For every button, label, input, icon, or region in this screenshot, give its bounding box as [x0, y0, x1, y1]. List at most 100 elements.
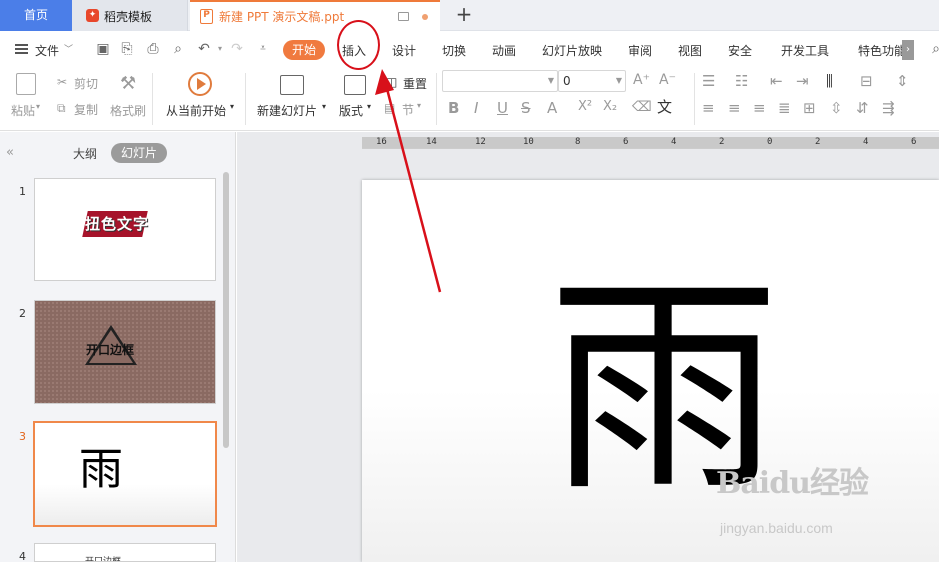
format-painter-icon[interactable]: ⚒ — [120, 73, 136, 94]
phonetic-guide-icon[interactable]: 文 — [657, 96, 672, 117]
customize-dropdown-icon[interactable]: ⩡ — [255, 41, 271, 57]
slide-thumbnail-3[interactable]: 雨 — [33, 421, 217, 527]
redo-icon[interactable]: ↷ — [229, 41, 245, 57]
reset-label[interactable]: 重置 — [403, 75, 427, 92]
paste-label[interactable]: 粘贴 — [11, 102, 35, 119]
align-left-icon[interactable]: ≡ — [702, 99, 715, 117]
tab-home[interactable]: 首页 — [0, 0, 72, 31]
from-current-label[interactable]: 从当前开始 — [166, 102, 226, 119]
align-right-icon[interactable]: ≡ — [753, 99, 766, 117]
slides-scrollbar[interactable] — [223, 172, 229, 448]
strikethrough-icon[interactable]: S — [521, 99, 531, 117]
numbered-list-icon[interactable]: ☷ — [735, 72, 748, 90]
subscript-icon[interactable]: X₂ — [603, 99, 617, 114]
unsaved-dot-icon — [422, 14, 428, 20]
cut-icon[interactable]: ✂ — [57, 75, 67, 89]
ruler-tick-label: 4 — [863, 137, 869, 147]
decrease-indent-icon[interactable]: ⇤ — [770, 72, 783, 90]
ruler-tick-label: 2 — [815, 137, 821, 147]
ribbon-divider — [694, 73, 695, 125]
superscript-icon[interactable]: X² — [578, 99, 592, 114]
menu-developer[interactable]: 开发工具 — [781, 42, 829, 59]
new-slide-icon[interactable] — [280, 75, 304, 95]
menu-slideshow[interactable]: 幻灯片放映 — [542, 42, 602, 59]
tab-template-label: 稻壳模板 — [104, 10, 153, 24]
slide-main-char: 雨 — [79, 444, 123, 495]
paragraph-spacing-icon[interactable]: ⇳ — [830, 99, 843, 117]
layout-dropdown-icon[interactable]: ▾ — [367, 102, 371, 111]
print-icon[interactable]: ⎙ — [145, 41, 161, 57]
new-slide-label[interactable]: 新建幻灯片 — [257, 102, 317, 119]
ribbon-divider — [152, 73, 153, 125]
reset-icon[interactable]: ◫ — [386, 75, 397, 89]
print-preview-icon[interactable]: ⌕ — [170, 41, 186, 57]
font-size-select[interactable]: 0 ▼ — [558, 70, 626, 92]
layout-icon[interactable] — [344, 75, 366, 95]
section-label[interactable]: 节 — [402, 101, 414, 118]
menu-file[interactable]: 文件 — [35, 42, 59, 59]
columns-icon[interactable]: ⫼ — [826, 72, 833, 90]
menu-view[interactable]: 视图 — [678, 42, 702, 59]
justify-icon[interactable]: ≣ — [778, 99, 791, 117]
distribute-icon[interactable]: ⊞ — [803, 99, 816, 117]
menu-more-arrow[interactable]: › — [902, 40, 914, 60]
indent-icon[interactable]: ⇶ — [882, 99, 895, 117]
menu-animation[interactable]: 动画 — [492, 42, 516, 59]
export-icon[interactable]: ⎘ — [119, 41, 135, 57]
paste-dropdown-icon[interactable]: ▾ — [36, 102, 40, 111]
layout-label[interactable]: 版式 — [339, 102, 363, 119]
paste-icon[interactable] — [16, 73, 36, 95]
increase-indent-icon[interactable]: ⇥ — [796, 72, 809, 90]
hamburger-icon[interactable] — [15, 44, 28, 54]
horizontal-ruler: 16 14 12 10 8 6 4 2 0 2 4 6 — [362, 137, 939, 149]
copy-label[interactable]: 复制 — [74, 101, 98, 118]
collapse-panel-icon[interactable]: « — [6, 145, 14, 160]
new-tab-button[interactable]: + — [452, 3, 476, 27]
italic-icon[interactable]: I — [474, 99, 478, 117]
tab-template[interactable]: ✦ 稻壳模板 — [72, 0, 188, 31]
outline-tab[interactable]: 大纲 — [73, 145, 97, 162]
section-dropdown-icon[interactable]: ▾ — [417, 101, 421, 110]
font-color-icon[interactable]: A — [547, 99, 557, 117]
monitor-icon[interactable] — [398, 12, 409, 21]
tab-document[interactable]: P 新建 PPT 演示文稿.ppt — [190, 0, 440, 31]
align-center-icon[interactable]: ≡ — [728, 99, 741, 117]
undo-dropdown-icon[interactable]: ▾ — [212, 41, 228, 57]
slide-thumbnail-4[interactable]: 开口边框 — [34, 543, 216, 562]
ruler-tick-label: 8 — [575, 137, 581, 147]
play-from-current-icon[interactable] — [188, 72, 212, 96]
format-painter-label[interactable]: 格式刷 — [110, 102, 146, 119]
slide-thumbnail-1[interactable]: 扭色文字 — [34, 178, 216, 281]
clear-format-icon[interactable]: ⌫ — [632, 99, 652, 115]
search-icon[interactable]: ⌕ — [928, 41, 939, 57]
menu-review[interactable]: 审阅 — [628, 42, 652, 59]
menu-start[interactable]: 开始 — [283, 40, 325, 60]
section-icon[interactable]: ▤ — [384, 101, 395, 115]
line-spacing-icon[interactable]: ⇕ — [896, 72, 909, 90]
watermark-brand: Baidu经验 — [716, 466, 869, 501]
bold-icon[interactable]: B — [448, 99, 459, 117]
slides-tab[interactable]: 幻灯片 — [111, 143, 167, 163]
slide-title-text: 扭色文字 — [85, 215, 150, 233]
tab-bar: 首页 ✦ 稻壳模板 P 新建 PPT 演示文稿.ppt + — [0, 0, 939, 31]
bullet-list-icon[interactable]: ☰ — [702, 72, 715, 90]
from-current-dropdown-icon[interactable]: ▾ — [230, 102, 234, 111]
new-slide-dropdown-icon[interactable]: ▾ — [322, 102, 326, 111]
save-icon[interactable]: ▣ — [95, 41, 111, 57]
font-grow-icon[interactable]: A⁺ — [633, 72, 650, 88]
underline-icon[interactable]: U — [497, 99, 508, 117]
font-shrink-icon[interactable]: A⁻ — [659, 72, 676, 88]
menu-design[interactable]: 设计 — [392, 42, 416, 59]
slide-number: 4 — [19, 550, 26, 562]
cut-label[interactable]: 剪切 — [74, 75, 98, 92]
font-name-select[interactable]: ▼ — [442, 70, 558, 92]
line-spacing-icon[interactable]: ⇵ — [856, 99, 869, 117]
menu-insert[interactable]: 插入 — [342, 42, 366, 59]
menu-features[interactable]: 特色功能 — [858, 42, 906, 59]
copy-icon[interactable]: ⧉ — [57, 101, 66, 116]
undo-icon[interactable]: ↶ — [196, 41, 212, 57]
menu-transition[interactable]: 切换 — [442, 42, 466, 59]
text-direction-icon[interactable]: ⊟ — [860, 72, 873, 90]
slide-thumbnail-2[interactable]: 开口边框 — [34, 300, 216, 404]
menu-security[interactable]: 安全 — [728, 42, 752, 59]
